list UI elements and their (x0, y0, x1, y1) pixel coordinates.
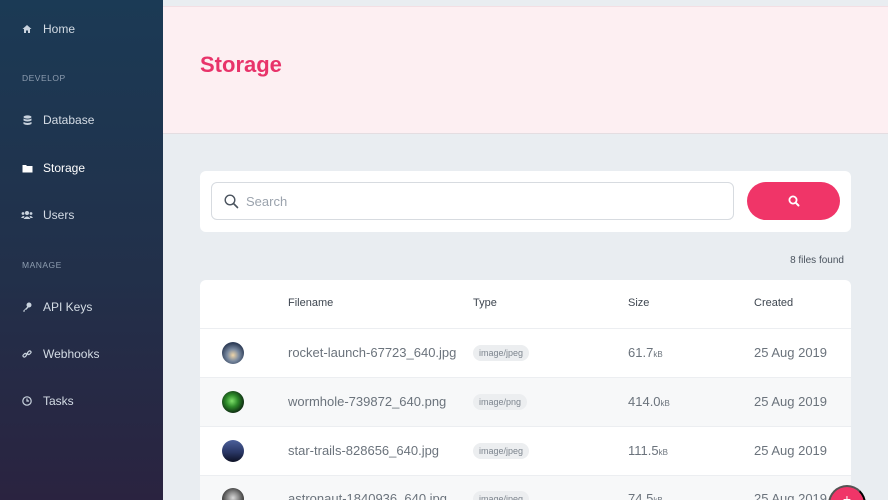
file-size-value: 414.0 (628, 394, 661, 409)
file-size-unit: kB (660, 399, 670, 408)
file-size: 111.5kB (628, 443, 668, 458)
sidebar-item-users[interactable]: Users (0, 197, 163, 233)
file-name: wormhole-739872_640.png (288, 394, 447, 409)
key-icon (21, 301, 33, 313)
sidebar-item-label: Storage (43, 161, 86, 175)
sidebar-item-tasks[interactable]: Tasks (0, 383, 163, 419)
clock-icon (21, 395, 33, 407)
file-created: 25 Aug 2019 (754, 345, 828, 360)
page-header: Storage (163, 6, 888, 134)
file-size-value: 111.5 (628, 443, 659, 458)
sidebar-item-label: Tasks (43, 394, 74, 408)
file-type-badge: image/jpeg (473, 443, 530, 459)
search-button[interactable] (747, 182, 840, 220)
file-size: 414.0kB (628, 394, 670, 409)
page-title: Storage (200, 52, 282, 77)
files-count: 8 files found (790, 255, 844, 266)
sidebar-section-develop: DEVELOP (22, 73, 66, 83)
sidebar-item-webhooks[interactable]: Webhooks (0, 336, 163, 372)
files-table: Filename Type Size Created rocket-launch… (200, 280, 851, 500)
file-type-badge: image/jpeg (473, 491, 530, 500)
file-size: 74.5kB (628, 491, 663, 500)
file-size-unit: kB (653, 350, 663, 359)
file-size-unit: kB (658, 448, 668, 457)
sidebar-item-api-keys[interactable]: API Keys (0, 289, 163, 325)
column-header-created[interactable]: Created (754, 297, 793, 309)
sidebar-item-label: Database (43, 113, 95, 127)
file-size-value: 74.5 (628, 491, 654, 500)
file-created: 25 Aug 2019 (754, 394, 828, 409)
sidebar-item-database[interactable]: Database (0, 102, 163, 138)
link-icon (21, 348, 33, 360)
file-created: 25 Aug 2019 (754, 443, 828, 458)
sidebar-item-home[interactable]: Home (0, 11, 163, 47)
file-type-badge: image/png (473, 394, 528, 410)
sidebar: Home DEVELOP Database Storage Users MANA… (0, 0, 163, 500)
file-size: 61.7kB (628, 345, 663, 360)
column-header-type[interactable]: Type (473, 297, 497, 309)
file-thumbnail (222, 488, 244, 500)
file-type-badge: image/jpeg (473, 345, 530, 361)
table-row[interactable]: wormhole-739872_640.png image/png 414.0k… (200, 377, 851, 426)
folder-icon (21, 162, 33, 174)
sidebar-section-manage: MANAGE (22, 260, 62, 270)
search-icon (224, 194, 239, 209)
search-box[interactable] (211, 182, 734, 220)
file-thumbnail (222, 440, 244, 462)
sidebar-item-storage[interactable]: Storage (0, 150, 163, 186)
column-header-filename[interactable]: Filename (288, 297, 333, 309)
sidebar-item-label: Webhooks (43, 347, 100, 361)
search-card (200, 171, 851, 232)
file-created: 25 Aug 2019 (754, 491, 828, 500)
file-size-unit: kB (653, 496, 662, 500)
file-name: rocket-launch-67723_640.jpg (288, 345, 457, 360)
table-row[interactable]: astronaut-1840936_640.jpg image/jpeg 74.… (200, 475, 851, 500)
table-row[interactable]: rocket-launch-67723_640.jpg image/jpeg 6… (200, 328, 851, 377)
database-icon (21, 114, 33, 126)
sidebar-item-label: Users (43, 208, 75, 222)
file-thumbnail (222, 342, 244, 364)
plus-icon: + (842, 491, 852, 500)
sidebar-item-label: Home (43, 22, 76, 36)
file-thumbnail (222, 391, 244, 413)
search-input[interactable] (246, 183, 726, 219)
column-header-size[interactable]: Size (628, 297, 649, 309)
file-size-value: 61.7 (628, 345, 654, 360)
file-name: star-trails-828656_640.jpg (288, 443, 440, 458)
search-icon (788, 195, 799, 207)
table-row[interactable]: star-trails-828656_640.jpg image/jpeg 11… (200, 426, 851, 475)
home-icon (21, 23, 33, 35)
sidebar-item-label: API Keys (43, 300, 93, 314)
file-name: astronaut-1840936_640.jpg (288, 491, 448, 500)
users-icon (21, 209, 33, 221)
